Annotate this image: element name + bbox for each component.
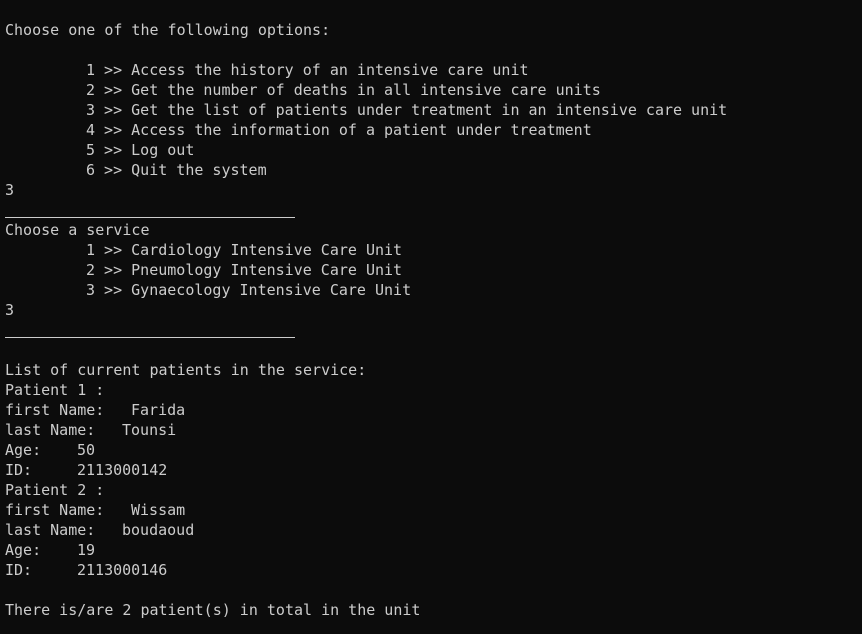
menu-option-5: 5 >> Log out xyxy=(86,141,195,159)
separator-line xyxy=(5,337,295,338)
menu-option-6: 6 >> Quit the system xyxy=(86,161,267,179)
menu-option-4: 4 >> Access the information of a patient… xyxy=(86,121,592,139)
console-window[interactable]: Choose one of the following options: 1 >… xyxy=(0,0,862,634)
field-value: Wissam xyxy=(131,501,186,519)
patient-first-name: first Name: Wissam xyxy=(5,500,185,520)
field-label: ID: xyxy=(5,561,33,579)
field-value: 50 xyxy=(77,441,96,459)
patient-total: There is/are 2 patient(s) in total in th… xyxy=(5,601,421,619)
patient-last-name: last Name: boudaoud xyxy=(5,520,194,540)
separator-line xyxy=(5,217,295,218)
service-option-2: 2 >> Pneumology Intensive Care Unit xyxy=(86,261,403,279)
field-value: boudaoud xyxy=(122,521,195,539)
menu-option-1: 1 >> Access the history of an intensive … xyxy=(86,61,529,79)
field-label: Age: xyxy=(5,541,42,559)
patient-age: Age: 19 xyxy=(5,540,95,560)
field-label: last Name: xyxy=(5,521,96,539)
user-input-service: 3 xyxy=(5,301,15,319)
menu-option-3: 3 >> Get the list of patients under trea… xyxy=(86,101,728,119)
service-option-3: 3 >> Gynaecology Intensive Care Unit xyxy=(86,281,412,299)
field-value: 2113000142 xyxy=(77,461,168,479)
patient-age: Age: 50 xyxy=(5,440,95,460)
field-label: first Name: xyxy=(5,501,105,519)
menu-option-2: 2 >> Get the number of deaths in all int… xyxy=(86,81,601,99)
patient-header: Patient 1 : xyxy=(5,381,105,399)
field-value: 19 xyxy=(77,541,96,559)
field-label: last Name: xyxy=(5,421,96,439)
field-label: first Name: xyxy=(5,401,105,419)
patient-list-header: List of current patients in the service: xyxy=(5,361,367,379)
patient-id: ID: 2113000146 xyxy=(5,560,167,580)
field-value: Tounsi xyxy=(122,421,177,439)
patient-header: Patient 2 : xyxy=(5,481,105,499)
patient-last-name: last Name: Tounsi xyxy=(5,420,176,440)
patient-first-name: first Name: Farida xyxy=(5,400,185,420)
field-value: 2113000146 xyxy=(77,561,168,579)
user-input-option: 3 xyxy=(5,181,15,199)
field-label: Age: xyxy=(5,441,42,459)
patient-id: ID: 2113000142 xyxy=(5,460,167,480)
service-option-1: 1 >> Cardiology Intensive Care Unit xyxy=(86,241,403,259)
service-prompt: Choose a service xyxy=(5,221,150,239)
options-prompt: Choose one of the following options: xyxy=(5,21,331,39)
field-label: ID: xyxy=(5,461,33,479)
field-value: Farida xyxy=(131,401,186,419)
